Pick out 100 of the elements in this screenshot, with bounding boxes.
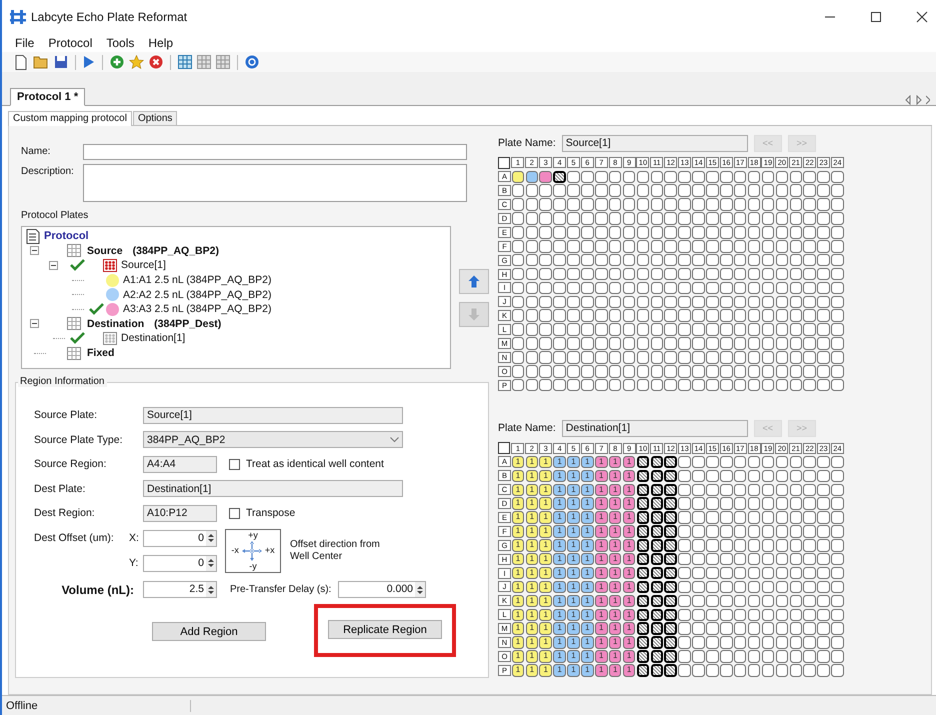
plate-well[interactable]: 1: [622, 456, 636, 468]
plate-well[interactable]: 1: [567, 664, 580, 677]
delay-field[interactable]: 0.000: [338, 581, 426, 598]
plate-well[interactable]: 1: [608, 484, 622, 496]
plate-well[interactable]: 1: [622, 511, 636, 524]
tab[interactable]: Custom mapping protocol: [8, 111, 132, 126]
plate-well[interactable]: 1: [622, 470, 636, 482]
plate-well[interactable]: 1: [595, 552, 608, 566]
plate-well[interactable]: 1: [539, 580, 552, 594]
plate-well[interactable]: 1: [622, 539, 636, 552]
expander-icon[interactable]: [30, 246, 39, 256]
tree-item-label[interactable]: A3:A3 2.5 nL (384PP_AQ_BP2): [123, 303, 272, 316]
tree-item-label[interactable]: Protocol: [44, 230, 89, 242]
plate-well[interactable]: 1: [553, 636, 566, 649]
tree-item-label[interactable]: A1:A1 2.5 nL (384PP_AQ_BP2): [123, 274, 272, 286]
plate-well[interactable]: 1: [595, 608, 608, 622]
grid-icon[interactable]: [178, 55, 192, 69]
plate-well[interactable]: 1: [553, 525, 566, 538]
plate-well[interactable]: 1: [581, 511, 594, 524]
menu-item[interactable]: File: [8, 36, 42, 50]
plate-well[interactable]: 1: [512, 566, 524, 580]
plate-well[interactable]: 1: [512, 594, 524, 608]
plate-well[interactable]: 1: [567, 650, 580, 663]
plate-well[interactable]: 1: [622, 636, 636, 649]
plate-well[interactable]: 1: [553, 622, 566, 635]
plate-well[interactable]: 1: [539, 497, 552, 510]
plate-well[interactable]: 1: [608, 566, 622, 580]
add-icon[interactable]: [110, 55, 124, 69]
plate-well[interactable]: 1: [526, 497, 538, 510]
plate-well[interactable]: 1: [512, 664, 524, 677]
new-document-icon[interactable]: [14, 54, 28, 70]
plate-well[interactable]: 1: [608, 636, 622, 649]
plate-well[interactable]: 1: [608, 470, 622, 482]
plate-well[interactable]: 1: [539, 566, 552, 580]
plate-well[interactable]: 1: [567, 539, 580, 552]
action-button[interactable]: Add Region: [152, 622, 266, 641]
plate-well[interactable]: 1: [608, 608, 622, 622]
tree-item-label[interactable]: Fixed: [87, 347, 114, 360]
plate-well[interactable]: 1: [567, 580, 580, 594]
plate-well[interactable]: 1: [526, 484, 538, 496]
plate-well[interactable]: 1: [622, 608, 636, 622]
plate-well[interactable]: 1: [553, 566, 566, 580]
source-plate-field[interactable]: Source[1]: [143, 406, 403, 424]
plate-well[interactable]: 1: [622, 622, 636, 635]
checkbox[interactable]: [229, 458, 240, 470]
tree-item-label[interactable]: Source[1]: [121, 259, 166, 272]
plate-well[interactable]: 1: [581, 608, 594, 622]
plate-well[interactable]: 1: [622, 497, 636, 510]
tab[interactable]: Options: [132, 111, 178, 125]
plate-well[interactable]: 1: [567, 594, 580, 608]
plate-well[interactable]: 1: [512, 525, 524, 538]
plate-well[interactable]: 1: [553, 664, 566, 677]
dest-region-field[interactable]: A10:P12: [143, 504, 217, 522]
plate-well[interactable]: 1: [595, 622, 608, 635]
document-tab[interactable]: Protocol 1 *: [10, 88, 86, 106]
action-button[interactable]: Replicate Region: [328, 620, 442, 639]
plate-well[interactable]: 1: [595, 594, 608, 608]
star-icon[interactable]: [129, 55, 144, 69]
plate-well[interactable]: 1: [512, 539, 524, 552]
plate-well[interactable]: 1: [567, 511, 580, 524]
help-icon[interactable]: [245, 55, 259, 69]
plate-well[interactable]: 1: [595, 497, 608, 510]
plate-well[interactable]: 1: [512, 622, 524, 635]
plate-well[interactable]: 1: [539, 456, 552, 468]
plate-well[interactable]: 1: [526, 636, 538, 649]
plate-well[interactable]: 1: [581, 525, 594, 538]
plate-well[interactable]: 1: [553, 552, 566, 566]
plate-well[interactable]: 1: [512, 636, 524, 649]
tree-item-label[interactable]: A2:A2 2.5 nL (384PP_AQ_BP2): [123, 288, 272, 301]
tree-item-label[interactable]: Destination[1]: [121, 332, 186, 344]
plate-well[interactable]: 1: [608, 497, 622, 510]
plate-well[interactable]: 1: [512, 484, 524, 496]
plate-well[interactable]: 1: [595, 636, 608, 649]
plate-well[interactable]: 1: [553, 608, 566, 622]
plate-well[interactable]: 1: [581, 622, 594, 635]
plate-well[interactable]: 1: [581, 580, 594, 594]
select-all-corner[interactable]: [498, 156, 510, 169]
plate-well[interactable]: 1: [622, 580, 636, 594]
plate-well[interactable]: 1: [539, 664, 552, 677]
plate-well[interactable]: 1: [526, 580, 538, 594]
spin-arrows-icon[interactable]: [206, 530, 216, 546]
plate-well[interactable]: 1: [581, 539, 594, 552]
plate-well[interactable]: 1: [595, 650, 608, 663]
plate-well[interactable]: 1: [595, 456, 608, 468]
plate-well[interactable]: 1: [595, 664, 608, 677]
description-field[interactable]: [83, 164, 467, 202]
plate-well[interactable]: 1: [581, 566, 594, 580]
plate-well[interactable]: 1: [581, 484, 594, 496]
volume-field[interactable]: 2.5: [143, 581, 217, 598]
plate-well[interactable]: 1: [595, 525, 608, 538]
plate-well[interactable]: 1: [553, 456, 566, 468]
plate-well[interactable]: 1: [567, 525, 580, 538]
plate-well[interactable]: 1: [526, 594, 538, 608]
plate-well[interactable]: 1: [567, 552, 580, 566]
plate-well[interactable]: 1: [553, 497, 566, 510]
plate-well[interactable]: 1: [622, 552, 636, 566]
plate-well[interactable]: 1: [526, 650, 538, 663]
plate-well[interactable]: 1: [539, 470, 552, 482]
plate-well[interactable]: 1: [526, 525, 538, 538]
plate-well[interactable]: 1: [539, 539, 552, 552]
